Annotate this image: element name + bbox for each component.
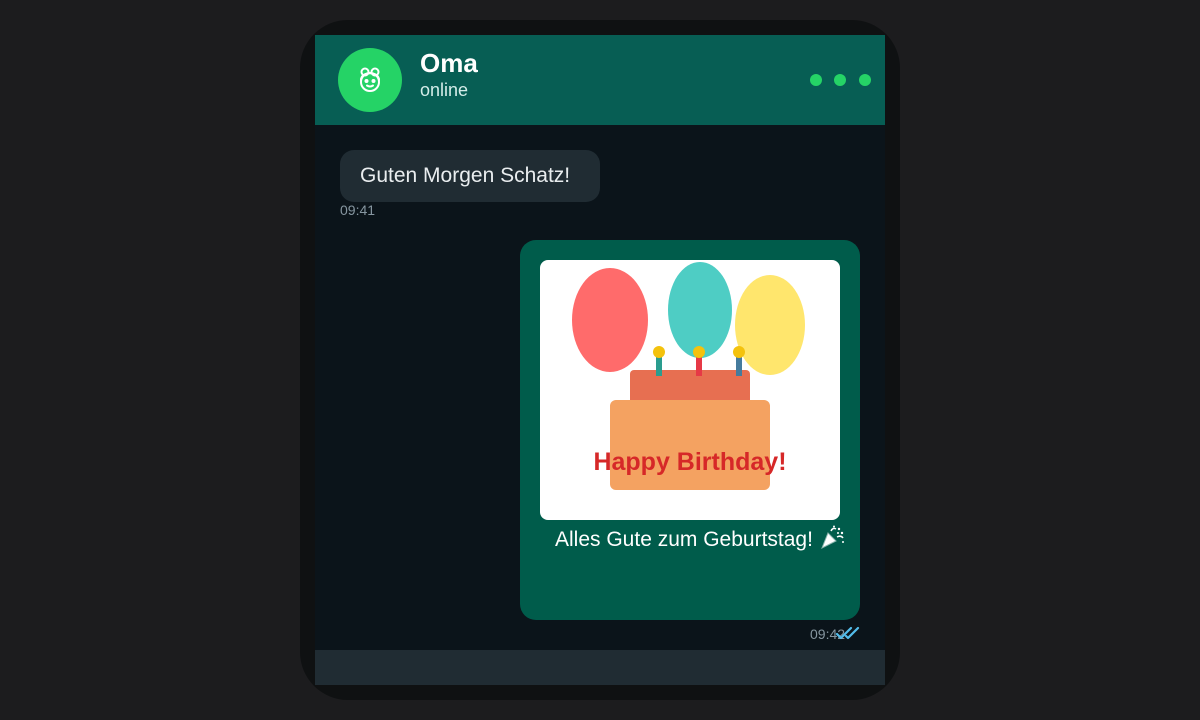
cake-top-tier bbox=[630, 370, 750, 405]
candle bbox=[656, 356, 662, 376]
more-options-icon[interactable] bbox=[810, 71, 880, 89]
birthday-card-image[interactable]: Happy Birthday! bbox=[540, 260, 840, 520]
candle-flame bbox=[653, 346, 665, 358]
candle-flame bbox=[733, 346, 745, 358]
double-check-icon bbox=[835, 626, 860, 640]
chat-screen: Oma online Guten Morgen Schatz! 09:41 Ha… bbox=[315, 35, 885, 685]
message-composer-bar[interactable] bbox=[315, 650, 885, 685]
menu-dot bbox=[834, 74, 846, 86]
candle bbox=[696, 356, 702, 376]
balloon-yellow bbox=[735, 275, 805, 375]
menu-dot bbox=[810, 74, 822, 86]
menu-dot bbox=[859, 74, 871, 86]
cake-bottom-tier bbox=[610, 400, 770, 490]
contact-status: online bbox=[420, 80, 469, 100]
message-timestamp: 09:41 bbox=[340, 202, 376, 218]
caption-text: Alles Gute zum Geburtstag! bbox=[555, 528, 813, 551]
grandmother-face-icon bbox=[360, 67, 380, 92]
message-text: Guten Morgen Schatz! bbox=[360, 164, 571, 187]
candle bbox=[736, 356, 742, 376]
incoming-message-bubble[interactable]: Guten Morgen Schatz! bbox=[340, 150, 600, 202]
contact-name[interactable]: Oma bbox=[420, 48, 478, 78]
birthday-cake-illustration: Happy Birthday! bbox=[572, 262, 805, 490]
candle-flame bbox=[693, 346, 705, 358]
balloon-teal bbox=[668, 262, 732, 358]
message-caption: Alles Gute zum Geburtstag! bbox=[555, 524, 845, 553]
outgoing-message-bubble[interactable]: Happy Birthday! Alles Gute zum Geburtsta… bbox=[520, 240, 860, 620]
card-greeting-text: Happy Birthday! bbox=[593, 448, 786, 476]
party-popper-icon bbox=[821, 525, 844, 550]
contact-avatar[interactable] bbox=[338, 48, 402, 112]
chat-header: Oma online bbox=[315, 35, 885, 125]
balloon-red bbox=[572, 268, 648, 372]
